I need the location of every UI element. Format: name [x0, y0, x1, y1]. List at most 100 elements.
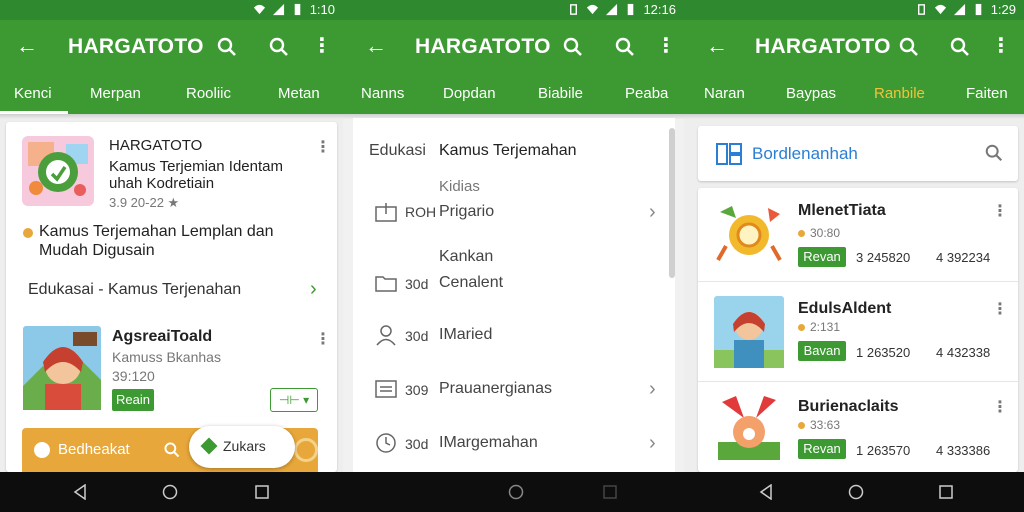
nav-recents-icon[interactable] [938, 484, 954, 500]
search-icon[interactable] [163, 441, 181, 459]
app-rating: 3.9 20-22 ★ [109, 195, 180, 210]
app-title: HARGATOTO [68, 35, 204, 58]
list-item[interactable]: Burienaclaits 33:63 Revan 1 263570 4 333… [698, 384, 1018, 472]
signal-icon [606, 3, 618, 16]
signal-icon [272, 3, 284, 16]
toast-chip[interactable]: Zukars [189, 426, 295, 468]
list-item[interactable]: 309 Prauanergianas › [353, 368, 665, 412]
signal-icon [953, 3, 965, 16]
tab-1[interactable]: Naran [704, 85, 745, 102]
list-item[interactable]: Kankan 30d Cenalent [353, 242, 665, 304]
row-name: IMargemahan [439, 434, 538, 451]
back-arrow-icon[interactable]: ← [365, 34, 387, 58]
search-icon[interactable] [898, 36, 920, 58]
round-action-icon[interactable] [294, 438, 318, 462]
scrollbar[interactable] [669, 128, 675, 278]
app-subtitle: Kamus Terjemahan Lemplan dan [39, 223, 274, 240]
tab-3[interactable]: Ranbile [874, 85, 925, 102]
more-vert-icon[interactable]: ⋮ [992, 204, 1008, 220]
row-label-top: Kankan [439, 248, 494, 265]
tab-bar: Naran Baypas Ranbile Faiten [684, 74, 1024, 114]
app-icon [716, 206, 782, 261]
app-action-button[interactable]: Revan [798, 247, 846, 267]
search-icon[interactable] [216, 36, 238, 58]
wifi-icon [253, 4, 265, 15]
tab-3[interactable]: Rooliic [186, 85, 231, 102]
tab-3[interactable]: Biabile [538, 85, 583, 102]
nav-home-icon[interactable] [162, 484, 178, 500]
search-icon[interactable] [268, 36, 290, 58]
more-vert-icon[interactable]: ⋮ [991, 34, 1011, 58]
second-app-name: AgsreaiToald [112, 328, 213, 345]
tab-4[interactable]: Metan [278, 85, 320, 102]
app-logo-icon [22, 136, 94, 206]
chevron-right-icon[interactable]: › [310, 279, 317, 299]
search-box[interactable]: Bordlenanhah [698, 126, 1018, 181]
vibrate-icon [570, 4, 578, 15]
more-vert-icon[interactable]: ⋮ [992, 400, 1008, 416]
tab-1[interactable]: Nanns [361, 85, 404, 102]
second-app-button[interactable]: Reain [112, 389, 154, 411]
battery-icon [628, 3, 634, 16]
tab-2[interactable]: Merpan [90, 85, 141, 102]
list-icon [375, 380, 397, 398]
more-vert-icon[interactable]: ⋮ [312, 34, 332, 58]
app-description: Kamus Terjemian Identam [109, 158, 283, 175]
list-item[interactable]: 30d IMargemahan › [353, 422, 665, 466]
list-item[interactable]: EdulsAldent 2:131 Bavan 1 263520 4 43233… [698, 284, 1018, 382]
list-item[interactable]: Kidias ROH Prigario › [353, 170, 665, 232]
chevron-right-icon[interactable]: › [649, 202, 656, 222]
search-input[interactable]: Bordlenanhah [752, 144, 858, 164]
rating-dot-icon [798, 230, 805, 237]
list-item[interactable]: MlenetTiata 30:80 Revan 3 245820 4 39223… [698, 188, 1018, 282]
search-icon[interactable] [562, 36, 584, 58]
search-icon[interactable] [949, 36, 971, 58]
tab-4[interactable]: Peaba [625, 85, 668, 102]
battery-icon [975, 3, 981, 16]
rating-dot-icon [798, 422, 805, 429]
app-title: HARGATOTO [755, 35, 891, 58]
row-code: 30d [405, 436, 429, 452]
back-arrow-icon[interactable]: ← [16, 34, 38, 58]
person-icon [376, 325, 396, 346]
more-vert-icon[interactable]: ⋮ [656, 34, 676, 58]
tab-bar: Kenci Merpan Rooliic Metan [0, 74, 343, 114]
list-item[interactable]: 30d IMaried [353, 314, 665, 358]
install-dropdown-button[interactable]: ⊣⊢ ▾ [270, 388, 318, 412]
nav-back-icon[interactable] [72, 484, 88, 500]
search-icon[interactable] [614, 36, 636, 58]
row-name: Prigario [439, 203, 495, 220]
more-vert-icon[interactable]: ⋮ [315, 140, 331, 156]
row-code: 30d [405, 328, 429, 344]
row-code: 309 [405, 382, 429, 398]
more-vert-icon[interactable]: ⋮ [315, 332, 331, 348]
row-name: Cenalent [439, 274, 504, 291]
panel-search-results: 1:29 ← HARGATOTO ⋮ Naran Baypas Ranbile … [684, 0, 1024, 472]
search-icon[interactable] [984, 143, 1004, 163]
app-action-button[interactable]: Revan [798, 439, 846, 459]
clock-icon [376, 433, 396, 453]
more-vert-icon[interactable]: ⋮ [992, 302, 1008, 318]
nav-home-icon[interactable] [508, 484, 524, 500]
nav-home-icon[interactable] [848, 484, 864, 500]
tab-2[interactable]: Dopdan [443, 85, 496, 102]
chevron-right-icon[interactable]: › [649, 379, 656, 399]
tab-1[interactable]: Kenci [14, 85, 52, 102]
app-description-2: uhah Kodretiain [109, 175, 215, 192]
wifi-icon [587, 4, 599, 15]
tab-2[interactable]: Baypas [786, 85, 836, 102]
chevron-right-icon[interactable]: › [649, 433, 656, 453]
category-list: Edukasi Kamus Terjemahan Kidias ROH Prig… [353, 118, 675, 472]
nav-recents-icon[interactable] [254, 484, 270, 500]
app-stat-2: 4 392234 [936, 250, 991, 265]
app-bar: ← HARGATOTO ⋮ [0, 20, 343, 74]
back-arrow-icon[interactable]: ← [706, 34, 728, 58]
nav-recents-icon[interactable] [602, 484, 618, 500]
nav-back-icon[interactable] [758, 484, 774, 500]
rating-dot-icon [798, 324, 805, 331]
app-action-button[interactable]: Bavan [798, 341, 846, 361]
tab-4[interactable]: Faiten [966, 85, 1008, 102]
category-link[interactable]: Edukasai - Kamus Terjenahan [28, 281, 241, 299]
app-stat-2: 4 333386 [936, 443, 991, 458]
row-name: IMaried [439, 326, 493, 343]
